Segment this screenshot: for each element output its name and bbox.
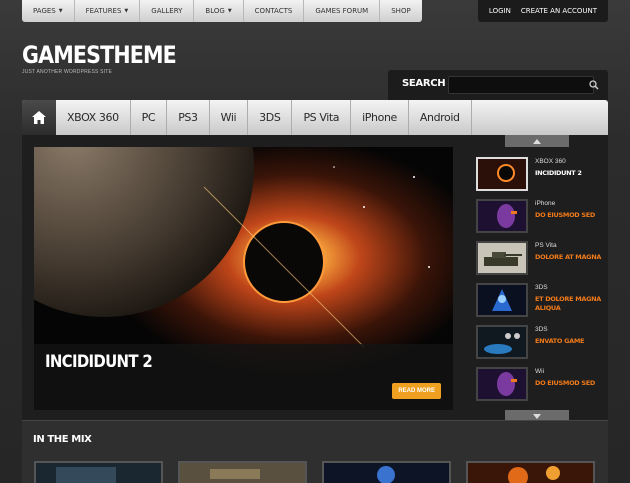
featured-list: XBOX 360 INCIDIDUNT 2 iPhone DO EIUSMOD …: [467, 135, 608, 422]
mix-thumbnail[interactable]: [178, 461, 307, 483]
home-button[interactable]: [22, 100, 56, 135]
chevron-up-icon: [533, 138, 541, 144]
item-category: 3DS: [535, 326, 548, 333]
nav-android[interactable]: Android: [409, 100, 472, 135]
thumbnail: [476, 157, 528, 191]
search-icon[interactable]: [588, 79, 600, 91]
nav-3ds[interactable]: 3DS: [248, 100, 293, 135]
nav-ps3[interactable]: PS3: [167, 100, 210, 135]
nav-wii[interactable]: Wii: [210, 100, 249, 135]
item-category: iPhone: [535, 200, 556, 207]
search-label: SEARCH: [402, 78, 446, 89]
chevron-down-icon: ▼: [227, 8, 232, 14]
thumbnail: [476, 367, 528, 401]
item-category: Wii: [535, 368, 545, 375]
topnav-contacts[interactable]: CONTACTS: [244, 0, 305, 22]
item-category: PS Vita: [535, 242, 557, 249]
section-title: IN THE MIX: [33, 434, 92, 445]
thumbnail: [476, 199, 528, 233]
thumbnail: [476, 283, 528, 317]
topnav-games-forum[interactable]: GAMES FORUM: [304, 0, 381, 22]
mix-thumbnail[interactable]: [466, 461, 595, 483]
site-title: GAMESTHEME: [22, 41, 177, 69]
mix-thumbnail[interactable]: [34, 461, 163, 483]
search-input[interactable]: [448, 76, 594, 94]
item-title: DOLORE AT MAGNA: [535, 253, 602, 261]
nav-iphone[interactable]: iPhone: [351, 100, 409, 135]
site-logo[interactable]: GAMESTHEME JUST ANOTHER WORDPRESS SITE: [22, 42, 201, 75]
topnav-pages[interactable]: PAGES ▼: [22, 0, 75, 22]
search-bar: SEARCH: [388, 70, 608, 100]
login-link[interactable]: LOGIN: [484, 0, 516, 22]
chevron-down-icon: ▼: [58, 8, 63, 14]
item-title: ENVATO GAME: [535, 337, 585, 345]
nav-xbox-360[interactable]: XBOX 360: [56, 100, 131, 135]
featured-title[interactable]: INCIDIDUNT 2: [45, 352, 153, 372]
topnav-shop[interactable]: SHOP: [380, 0, 421, 22]
site-tagline: JUST ANOTHER WORDPRESS SITE: [22, 69, 113, 75]
top-bar: PAGES ▼ FEATURES ▼ GALLERY BLOG ▼ CONTACTS …: [22, 0, 608, 22]
list-item[interactable]: Wii DO EIUSMOD SED: [476, 367, 606, 403]
nav-ps-vita[interactable]: PS Vita: [292, 100, 352, 135]
chevron-down-icon: ▼: [124, 8, 129, 14]
mix-thumbnail[interactable]: [322, 461, 451, 483]
list-item[interactable]: 3DS ET DOLORE MAGNA ALIQUA: [476, 283, 606, 319]
read-more-button[interactable]: READ MORE: [392, 383, 441, 399]
item-title: ET DOLORE MAGNA ALIQUA: [535, 295, 602, 312]
in-the-mix-section: IN THE MIX: [22, 420, 608, 483]
chevron-down-icon: [533, 413, 541, 419]
list-item[interactable]: PS Vita DOLORE AT MAGNA: [476, 241, 606, 277]
create-account-link[interactable]: CREATE AN ACCOUNT: [516, 0, 602, 22]
item-title: INCIDIDUNT 2: [535, 169, 582, 177]
thumbnail: [476, 241, 528, 275]
nav-pc[interactable]: PC: [131, 100, 168, 135]
thumbnail: [476, 325, 528, 359]
list-item[interactable]: 3DS ENVATO GAME: [476, 325, 606, 361]
topnav-blog[interactable]: BLOG ▼: [194, 0, 244, 22]
account-bar: LOGIN CREATE AN ACCOUNT: [477, 0, 608, 22]
topnav-gallery[interactable]: GALLERY: [140, 0, 195, 22]
item-title: DO EIUSMOD SED: [535, 211, 595, 219]
list-item[interactable]: XBOX 360 INCIDIDUNT 2: [476, 157, 606, 193]
item-category: XBOX 360: [535, 158, 566, 165]
featured-caption: INCIDIDUNT 2 READ MORE: [34, 344, 453, 410]
topnav-features[interactable]: FEATURES ▼: [75, 0, 141, 22]
top-nav: PAGES ▼ FEATURES ▼ GALLERY BLOG ▼ CONTACTS …: [22, 0, 422, 22]
list-item[interactable]: iPhone DO EIUSMOD SED: [476, 199, 606, 235]
platform-nav: XBOX 360 PC PS3 Wii 3DS PS Vita iPhone A…: [22, 100, 608, 135]
item-category: 3DS: [535, 284, 548, 291]
featured-slide[interactable]: INCIDIDUNT 2 READ MORE: [34, 147, 453, 410]
item-title: DO EIUSMOD SED: [535, 379, 595, 387]
home-icon: [32, 111, 46, 124]
scroll-up-button[interactable]: [505, 135, 569, 147]
